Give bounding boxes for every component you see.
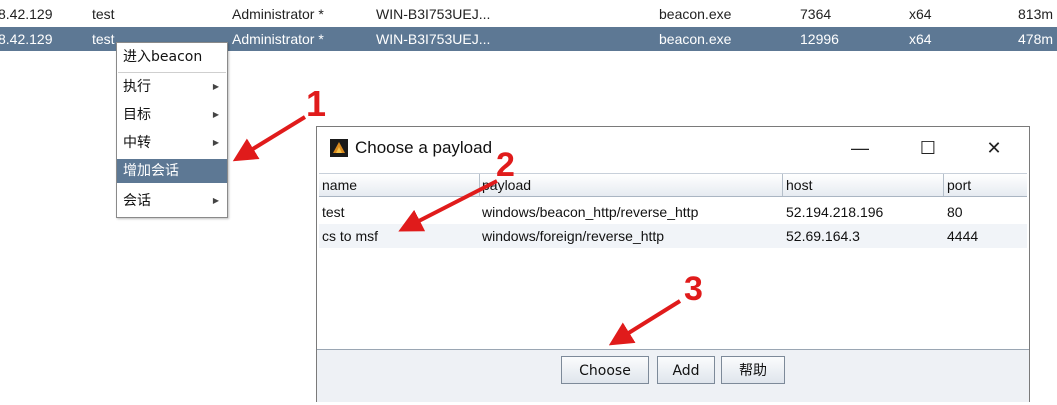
column-divider[interactable] <box>782 174 783 196</box>
choose-payload-dialog: Choose a payload — ☐ ✕ name payload host… <box>316 126 1030 402</box>
table-row[interactable]: cs to msf windows/foreign/reverse_http 5… <box>319 224 1027 248</box>
submenu-arrow-icon: ▶ <box>212 138 219 147</box>
app-icon <box>330 139 348 157</box>
beacon-user: test <box>92 31 115 47</box>
column-header-name[interactable]: name <box>322 174 357 196</box>
menu-item-label: 进入beacon <box>123 49 203 65</box>
column-header-payload[interactable]: payload <box>482 174 531 196</box>
beacon-account: Administrator * <box>232 6 324 22</box>
listener-port: 4444 <box>947 228 979 244</box>
beacon-arch: x64 <box>909 6 932 22</box>
menu-item-pivot[interactable]: 中转 ▶ <box>117 131 227 155</box>
menu-item-label: 执行 <box>123 79 151 95</box>
listener-host: 52.194.218.196 <box>786 204 884 220</box>
column-header-port[interactable]: port <box>947 174 971 196</box>
beacon-process: beacon.exe <box>659 31 732 47</box>
dialog-button-bar: Choose Add 帮助 <box>317 349 1029 402</box>
listener-payload: windows/foreign/reverse_http <box>482 228 665 244</box>
column-divider[interactable] <box>479 174 480 196</box>
beacon-last: 478m <box>1018 31 1054 47</box>
listener-name: cs to msf <box>322 228 379 244</box>
help-button[interactable]: 帮助 <box>721 356 785 384</box>
listener-port: 80 <box>947 204 963 220</box>
menu-separator <box>118 72 226 73</box>
annotation-arrow-1 <box>232 115 307 162</box>
annotation-step-1: 1 <box>306 83 326 124</box>
menu-item-interact[interactable]: 进入beacon <box>117 45 227 69</box>
submenu-arrow-icon: ▶ <box>212 110 219 119</box>
beacon-user: test <box>92 6 115 22</box>
beacon-computer: WIN-B3I753UEJ... <box>376 6 491 22</box>
add-button[interactable]: Add <box>657 356 715 384</box>
beacon-pid: 12996 <box>800 31 839 47</box>
minimize-button[interactable]: — <box>837 127 883 169</box>
menu-item-label: 会话 <box>123 193 151 209</box>
column-divider[interactable] <box>943 174 944 196</box>
menu-item-label: 增加会话 <box>123 163 179 179</box>
beacon-arch: x64 <box>909 31 932 47</box>
close-button[interactable]: ✕ <box>971 127 1017 169</box>
beacon-computer: WIN-B3I753UEJ... <box>376 31 491 47</box>
beacon-pid: 7364 <box>800 6 832 22</box>
beacon-ip: 8.42.129 <box>0 31 53 47</box>
beacon-account: Administrator * <box>232 31 324 47</box>
submenu-arrow-icon: ▶ <box>212 82 219 91</box>
listener-payload: windows/beacon_http/reverse_http <box>482 204 699 220</box>
beacon-process: beacon.exe <box>659 6 732 22</box>
context-menu: 进入beacon 执行 ▶ 目标 ▶ 中转 ▶ 增加会话 会话 ▶ <box>116 42 228 218</box>
beacon-last: 813m <box>1018 6 1054 22</box>
menu-item-spawn-session[interactable]: 增加会话 <box>117 159 227 183</box>
beacon-row[interactable]: 8.42.129 test Administrator * WIN-B3I753… <box>0 2 1057 26</box>
listener-name: test <box>322 204 345 220</box>
submenu-arrow-icon: ▶ <box>212 196 219 205</box>
table-row[interactable]: test windows/beacon_http/reverse_http 52… <box>319 200 1027 224</box>
menu-item-execute[interactable]: 执行 ▶ <box>117 75 227 99</box>
choose-button[interactable]: Choose <box>561 356 649 384</box>
dialog-titlebar[interactable]: Choose a payload — ☐ ✕ <box>317 127 1029 169</box>
beacon-ip: 8.42.129 <box>0 6 53 22</box>
listener-host: 52.69.164.3 <box>786 228 860 244</box>
menu-item-session[interactable]: 会话 ▶ <box>117 189 227 213</box>
maximize-button[interactable]: ☐ <box>905 127 951 169</box>
menu-item-label: 中转 <box>123 135 151 151</box>
payload-table-header: name payload host port <box>319 173 1027 197</box>
menu-item-label: 目标 <box>123 107 151 123</box>
menu-item-target[interactable]: 目标 ▶ <box>117 103 227 127</box>
column-header-host[interactable]: host <box>786 174 812 196</box>
dialog-title: Choose a payload <box>355 138 493 157</box>
